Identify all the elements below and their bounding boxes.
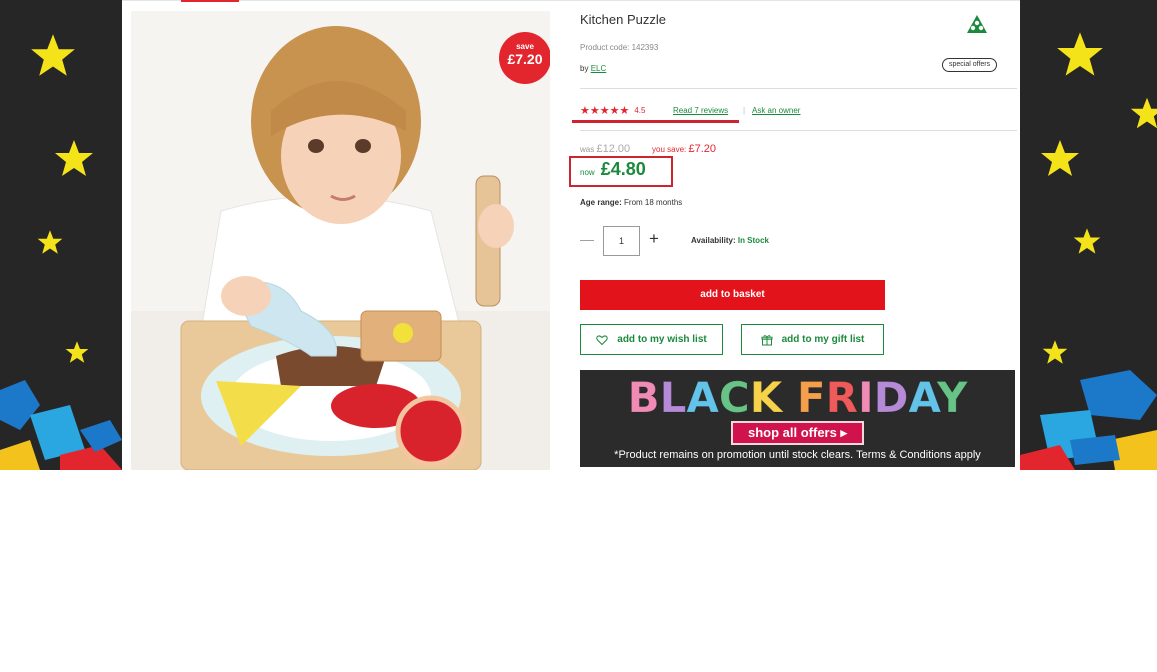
black-friday-banner[interactable]: BLACK FRIDAY shop all offers ▸ *Product … bbox=[580, 370, 1015, 467]
availability-status: In Stock bbox=[737, 236, 769, 245]
now-amount: £4.80 bbox=[600, 159, 646, 179]
divider bbox=[580, 130, 1017, 131]
black-friday-letter: R bbox=[825, 373, 858, 422]
star-decoration-icon bbox=[55, 140, 93, 176]
divider bbox=[580, 88, 1017, 89]
black-friday-letter bbox=[782, 373, 797, 422]
star-decoration-icon bbox=[31, 34, 75, 76]
black-friday-letter: D bbox=[873, 373, 909, 422]
star-decoration-icon bbox=[1041, 140, 1079, 176]
star-decoration-icon bbox=[1130, 97, 1157, 129]
you-save-label: you save: bbox=[652, 145, 687, 154]
right-decoration bbox=[1020, 0, 1157, 470]
quantity-decrease-button[interactable]: — bbox=[580, 232, 594, 248]
add-to-basket-button[interactable]: add to basket bbox=[580, 280, 885, 310]
quantity-increase-button[interactable]: + bbox=[649, 230, 665, 250]
active-tab-indicator bbox=[181, 0, 239, 2]
availability: Availability: In Stock bbox=[691, 236, 769, 245]
black-friday-letter: B bbox=[627, 373, 660, 422]
star-decoration-icon bbox=[1073, 228, 1101, 254]
special-offers-button[interactable]: special offers bbox=[942, 58, 998, 72]
you-save: you save: £7.20 bbox=[652, 143, 716, 155]
ask-owner-link[interactable]: Ask an owner bbox=[752, 106, 800, 115]
age-range-value: From 18 months bbox=[624, 198, 683, 207]
star-decoration-icon bbox=[1057, 32, 1103, 76]
highlight-underline bbox=[572, 120, 739, 123]
gift-decoration-icon bbox=[1020, 370, 1157, 470]
black-friday-letter: Y bbox=[936, 373, 968, 422]
elc-logo-icon bbox=[967, 15, 987, 33]
now-label: now bbox=[580, 168, 595, 177]
black-friday-letter: F bbox=[796, 373, 826, 422]
star-decoration-icon bbox=[37, 230, 63, 254]
now-price: now £4.80 bbox=[580, 159, 646, 180]
rating: ★★★★★ 4.5 bbox=[580, 104, 646, 117]
gift-decoration-icon bbox=[0, 380, 122, 470]
save-badge: save £7.20 bbox=[499, 32, 550, 84]
rating-stars-icon: ★★★★★ bbox=[580, 104, 630, 117]
brand-link[interactable]: ELC bbox=[591, 64, 607, 73]
was-label: was bbox=[580, 145, 595, 154]
availability-label: Availability: bbox=[691, 236, 736, 245]
you-save-amount: £7.20 bbox=[688, 143, 717, 155]
read-reviews-link[interactable]: Read 7 reviews bbox=[673, 106, 728, 115]
black-friday-letter: C bbox=[718, 373, 750, 422]
wish-list-label: add to my wish list bbox=[617, 334, 707, 345]
add-to-gift-list-button[interactable]: add to my gift list bbox=[741, 324, 884, 355]
quantity-input[interactable] bbox=[603, 226, 640, 256]
gift-list-label: add to my gift list bbox=[781, 334, 865, 345]
age-range-label: Age range: bbox=[580, 198, 622, 207]
shop-all-offers-button[interactable]: shop all offers ▸ bbox=[731, 421, 864, 445]
product-title: Kitchen Puzzle bbox=[580, 12, 666, 27]
black-friday-title: BLACK FRIDAY bbox=[580, 373, 1015, 422]
save-badge-label: save bbox=[516, 42, 534, 51]
save-badge-amount: £7.20 bbox=[507, 51, 543, 67]
heart-icon bbox=[596, 334, 609, 345]
brand-line: by ELC bbox=[580, 64, 606, 73]
product-image[interactable]: save £7.20 bbox=[131, 11, 550, 470]
black-friday-letter: A bbox=[908, 373, 937, 422]
divider bbox=[122, 0, 1020, 1]
gift-icon bbox=[761, 334, 773, 345]
by-label: by bbox=[580, 64, 589, 73]
product-panel: save £7.20 Kitchen Puzzle Product code: … bbox=[122, 0, 1020, 470]
was-price: was £12.00 bbox=[580, 143, 630, 155]
black-friday-letter: L bbox=[659, 373, 687, 422]
page-background: save £7.20 Kitchen Puzzle Product code: … bbox=[0, 0, 1157, 470]
add-to-wish-list-button[interactable]: add to my wish list bbox=[580, 324, 723, 355]
link-separator: | bbox=[743, 106, 746, 115]
age-range: Age range: From 18 months bbox=[580, 198, 682, 207]
black-friday-letter: I bbox=[857, 373, 874, 422]
product-code: Product code: 142393 bbox=[580, 43, 659, 52]
was-amount: £12.00 bbox=[596, 143, 631, 155]
kitchen-puzzle-photo-icon bbox=[131, 11, 550, 470]
rating-score: 4.5 bbox=[634, 105, 646, 115]
black-friday-letter: K bbox=[749, 373, 783, 422]
left-decoration bbox=[0, 0, 122, 470]
black-friday-letter: A bbox=[686, 373, 720, 422]
promotion-terms: *Product remains on promotion until stoc… bbox=[614, 449, 981, 461]
